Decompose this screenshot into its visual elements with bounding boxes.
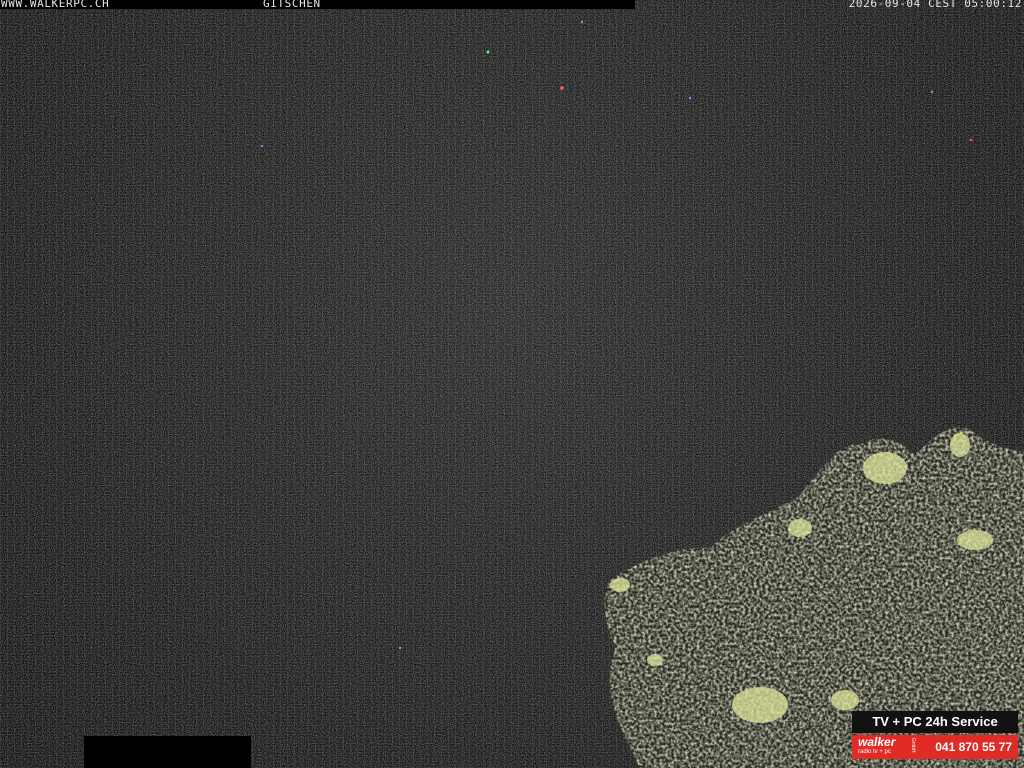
sponsor-logo: walker <box>858 735 896 749</box>
sponsor-logo-suffix: GmbH <box>910 738 916 753</box>
sponsor-logo-subtitle: radio tv + pc <box>858 749 891 755</box>
site-caption: WWW.WALKERPC.CH <box>1 0 110 10</box>
scene-svg <box>0 0 1024 768</box>
sponsor-headline: TV + PC 24h Service <box>852 711 1018 733</box>
sponsor-contact-strip: walker radio tv + pc GmbH 041 870 55 77 <box>852 735 1018 759</box>
webcam-image <box>0 0 1024 768</box>
sponsor-phone: 041 870 55 77 <box>935 740 1012 754</box>
location-caption: GITSCHEN <box>263 0 321 10</box>
sponsor-banner: TV + PC 24h Service walker radio tv + pc… <box>852 711 1018 761</box>
black-block <box>84 736 251 768</box>
timestamp-caption: 2026-09-04 CEST 05:00:12 <box>848 0 1022 10</box>
